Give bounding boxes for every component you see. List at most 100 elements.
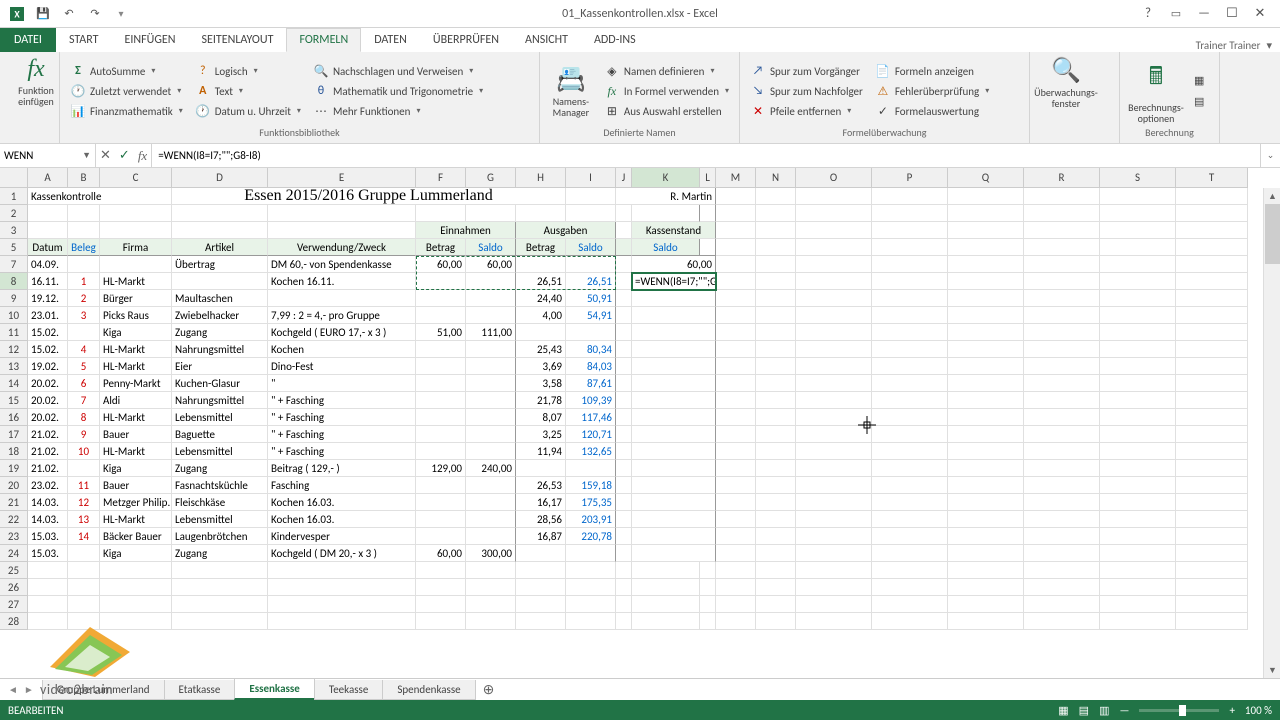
cell[interactable] xyxy=(756,494,796,511)
name-box[interactable]: ▼ xyxy=(0,144,96,167)
cell[interactable] xyxy=(416,358,466,375)
cell[interactable]: Kochen 16.11. xyxy=(268,273,416,290)
cell[interactable]: Maultaschen xyxy=(172,290,268,307)
cell[interactable] xyxy=(872,494,948,511)
cell[interactable]: 8 xyxy=(68,409,100,426)
cell[interactable]: 20.02. xyxy=(28,392,68,409)
cell[interactable]: Essen 2015/2016 Gruppe Lummerland xyxy=(172,188,566,205)
cell[interactable] xyxy=(1024,562,1100,579)
cell[interactable] xyxy=(1176,392,1248,409)
logical-button[interactable]: ?Logisch▾ xyxy=(193,62,303,80)
cell[interactable]: R. Martin xyxy=(616,188,716,205)
cell[interactable] xyxy=(1100,511,1176,528)
cell[interactable] xyxy=(756,511,796,528)
cell[interactable]: 87,61 xyxy=(566,375,616,392)
cell[interactable]: 28,56 xyxy=(516,511,566,528)
cell[interactable] xyxy=(716,273,756,290)
column-header[interactable]: Verwendung/Zweck xyxy=(268,239,416,256)
sheet-tab[interactable]: Spendenkasse xyxy=(382,680,475,700)
cell[interactable] xyxy=(268,205,416,222)
trace-precedents-button[interactable]: ↗Spur zum Vorgänger xyxy=(748,62,865,80)
cell[interactable]: " + Fasching xyxy=(268,409,416,426)
cell[interactable]: 60,00 xyxy=(416,256,466,273)
row-header-20[interactable]: 20 xyxy=(0,477,28,494)
cell[interactable] xyxy=(872,273,948,290)
cell[interactable] xyxy=(796,307,872,324)
row-header-7[interactable]: 7 xyxy=(0,256,28,273)
cell[interactable] xyxy=(516,460,566,477)
cell[interactable] xyxy=(700,596,716,613)
cell[interactable] xyxy=(1100,528,1176,545)
cell[interactable]: 50,91 xyxy=(566,290,616,307)
cell[interactable] xyxy=(466,409,516,426)
minimize-icon[interactable]: — xyxy=(1190,3,1218,25)
cell[interactable] xyxy=(466,358,516,375)
cell[interactable] xyxy=(872,375,948,392)
cell[interactable]: Eier xyxy=(172,358,268,375)
cell[interactable] xyxy=(872,613,948,630)
cancel-formula-icon[interactable]: ✕ xyxy=(100,148,111,163)
cell[interactable] xyxy=(700,613,716,630)
cell[interactable] xyxy=(616,579,632,596)
cell[interactable]: 4,00 xyxy=(516,307,566,324)
cell[interactable]: Kiga xyxy=(100,545,172,562)
cell[interactable] xyxy=(466,307,516,324)
cell[interactable] xyxy=(1100,375,1176,392)
col-header-D[interactable]: D xyxy=(172,168,268,188)
cell[interactable] xyxy=(872,596,948,613)
cell[interactable] xyxy=(416,596,466,613)
cell[interactable] xyxy=(716,494,756,511)
cell[interactable] xyxy=(700,562,716,579)
column-header[interactable]: Saldo xyxy=(466,239,516,256)
cell[interactable] xyxy=(1100,273,1176,290)
view-pagebreak-icon[interactable]: ▥ xyxy=(1099,704,1109,717)
cell[interactable]: 25,43 xyxy=(516,341,566,358)
cell[interactable] xyxy=(1100,307,1176,324)
cell[interactable] xyxy=(616,341,632,358)
cell[interactable] xyxy=(28,596,68,613)
cell[interactable] xyxy=(756,205,796,222)
cell[interactable] xyxy=(872,307,948,324)
cell[interactable]: Kassenkontrolle xyxy=(28,188,172,205)
cell[interactable]: HL-Markt xyxy=(100,511,172,528)
cell[interactable] xyxy=(516,579,566,596)
tab-addins[interactable]: ADD-INS xyxy=(581,28,649,52)
cell[interactable] xyxy=(948,341,1024,358)
cell[interactable] xyxy=(466,579,516,596)
cell[interactable] xyxy=(466,375,516,392)
cell[interactable] xyxy=(716,290,756,307)
row-header-15[interactable]: 15 xyxy=(0,392,28,409)
cell[interactable] xyxy=(416,205,466,222)
cell[interactable]: Kochgeld ( EURO 17,- x 3 ) xyxy=(268,324,416,341)
cell[interactable] xyxy=(716,511,756,528)
cell[interactable] xyxy=(716,613,756,630)
row-header-17[interactable]: 17 xyxy=(0,426,28,443)
cell[interactable] xyxy=(416,613,466,630)
cell[interactable] xyxy=(1176,290,1248,307)
cell[interactable] xyxy=(466,205,516,222)
cell[interactable] xyxy=(796,596,872,613)
cell[interactable] xyxy=(1176,205,1248,222)
cell[interactable] xyxy=(1024,409,1100,426)
cell[interactable] xyxy=(632,375,716,392)
cell[interactable] xyxy=(1100,460,1176,477)
tab-ueberpruefen[interactable]: ÜBERPRÜFEN xyxy=(420,28,512,52)
cell[interactable]: 04.09. xyxy=(28,256,68,273)
cell[interactable] xyxy=(1024,273,1100,290)
cell[interactable]: 60,00 xyxy=(416,545,466,562)
cell[interactable] xyxy=(716,562,756,579)
col-header-K[interactable]: K xyxy=(632,168,700,188)
row-header-16[interactable]: 16 xyxy=(0,409,28,426)
cell[interactable]: Lebensmittel xyxy=(172,511,268,528)
cell[interactable] xyxy=(948,392,1024,409)
cell[interactable]: Beitrag ( 129,- ) xyxy=(268,460,416,477)
cell[interactable] xyxy=(796,579,872,596)
cell[interactable] xyxy=(100,596,172,613)
cell[interactable] xyxy=(1176,579,1248,596)
cell[interactable] xyxy=(68,205,100,222)
cell[interactable] xyxy=(716,579,756,596)
cell[interactable] xyxy=(566,613,616,630)
cell[interactable] xyxy=(796,409,872,426)
cell[interactable] xyxy=(796,205,872,222)
group-header[interactable]: Einnahmen xyxy=(416,222,516,239)
